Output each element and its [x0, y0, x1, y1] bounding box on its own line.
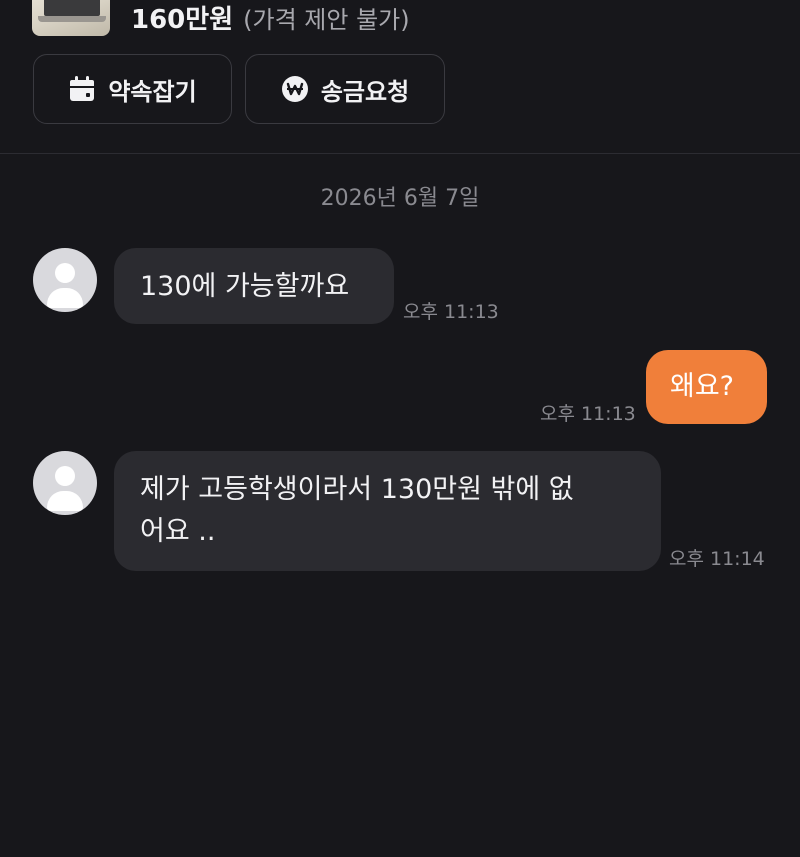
message-time: 오후 11:14: [669, 548, 765, 570]
laptop-base-image: [38, 16, 106, 22]
avatar[interactable]: [33, 451, 97, 515]
transfer-button-label: 송금요청: [320, 77, 410, 106]
laptop-image: [44, 0, 100, 16]
chat-screen: 160만원 (가격 제안 불가) 약속잡기 송금요청 2026년 6월 7일 1…: [0, 0, 800, 857]
price-note: (가격 제안 불가): [243, 6, 410, 34]
product-price: 160만원: [131, 5, 234, 35]
product-price-line: 160만원 (가격 제안 불가): [131, 0, 410, 35]
avatar-head: [55, 263, 75, 283]
avatar-body: [47, 491, 83, 511]
date-separator: 2026년 6월 7일: [320, 186, 480, 211]
message-text: 130에 가능할까요: [140, 271, 350, 302]
schedule-button-label: 약속잡기: [108, 77, 197, 106]
message-text-line: 어요 ..: [140, 516, 216, 547]
avatar-head: [55, 466, 75, 486]
transfer-request-button[interactable]: 송금요청: [245, 54, 445, 124]
message-text-line: 제가 고등학생이라서 130만원 밖에 없: [140, 474, 574, 505]
message-time: 오후 11:13: [540, 403, 636, 425]
avatar-body: [47, 288, 83, 308]
message-text: 왜요?: [670, 371, 735, 402]
incoming-message-bubble[interactable]: 130에 가능할까요: [114, 248, 394, 324]
avatar[interactable]: [33, 248, 97, 312]
won-coin-icon: [281, 76, 308, 102]
incoming-message-bubble[interactable]: 제가 고등학생이라서 130만원 밖에 없 어요 ..: [114, 451, 661, 571]
message-time: 오후 11:13: [403, 301, 499, 323]
outgoing-message-bubble[interactable]: 왜요?: [646, 350, 767, 424]
header-divider: [0, 153, 800, 154]
schedule-button[interactable]: 약속잡기: [33, 54, 232, 124]
product-thumbnail[interactable]: [32, 0, 110, 36]
calendar-icon: [70, 76, 95, 101]
